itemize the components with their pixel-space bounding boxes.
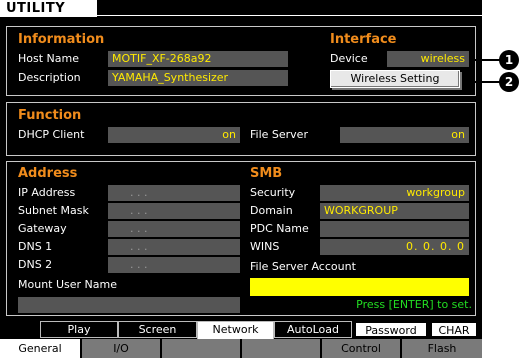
domain-field[interactable]: WORKGROUP bbox=[320, 203, 469, 219]
callout-line-2 bbox=[462, 81, 503, 83]
tab-empty-2[interactable] bbox=[242, 339, 320, 358]
smb-heading: SMB bbox=[250, 166, 283, 181]
dns2-label: DNS 2 bbox=[18, 258, 53, 271]
mount-user-name-field[interactable] bbox=[18, 297, 240, 313]
title-underline bbox=[97, 15, 482, 16]
dns1-label: DNS 1 bbox=[18, 240, 53, 253]
file-server-label: File Server bbox=[250, 128, 308, 141]
tab-play[interactable]: Play bbox=[40, 321, 118, 338]
page-title: UTILITY bbox=[0, 0, 97, 17]
pdc-name-field[interactable] bbox=[320, 221, 469, 237]
gateway-field[interactable]: . . . bbox=[108, 221, 240, 237]
tab-network[interactable]: Network bbox=[197, 321, 274, 339]
mount-user-name-label: Mount User Name bbox=[18, 278, 117, 291]
description-field[interactable]: YAMAHA_Synthesizer bbox=[108, 70, 288, 86]
utility-screen: UTILITY Information Interface Host Name … bbox=[0, 0, 482, 358]
function-heading: Function bbox=[18, 108, 82, 123]
host-name-label: Host Name bbox=[18, 52, 79, 65]
dhcp-client-label: DHCP Client bbox=[18, 128, 85, 141]
dns2-field[interactable]: . . . bbox=[108, 257, 240, 273]
security-field[interactable]: workgroup bbox=[320, 185, 469, 201]
device-label: Device bbox=[330, 52, 368, 65]
callout-badge-1: 1 bbox=[499, 50, 519, 70]
wins-field[interactable]: 0. 0. 0. 0 bbox=[320, 239, 469, 255]
security-label: Security bbox=[250, 186, 296, 199]
file-server-field[interactable]: on bbox=[340, 127, 469, 143]
tab-char[interactable]: CHAR bbox=[430, 321, 478, 338]
domain-label: Domain bbox=[250, 204, 293, 217]
ip-address-label: IP Address bbox=[18, 186, 76, 199]
tab-empty-1[interactable] bbox=[162, 339, 240, 358]
callout-badge-2: 2 bbox=[499, 72, 519, 92]
ip-address-field[interactable]: . . . bbox=[108, 185, 240, 201]
description-label: Description bbox=[18, 71, 81, 84]
device-field[interactable]: wireless bbox=[387, 51, 469, 67]
file-server-account-field[interactable] bbox=[250, 278, 469, 296]
dhcp-client-field[interactable]: on bbox=[108, 127, 240, 143]
tab-autoload[interactable]: AutoLoad bbox=[274, 321, 352, 338]
dns1-field[interactable]: . . . bbox=[108, 239, 240, 255]
wins-label: WINS bbox=[250, 240, 280, 253]
subnet-mask-field[interactable]: . . . bbox=[108, 203, 240, 219]
tab-control[interactable]: Control bbox=[322, 339, 400, 358]
gateway-label: Gateway bbox=[18, 222, 67, 235]
callout-line-1 bbox=[469, 59, 503, 61]
subnet-mask-label: Subnet Mask bbox=[18, 204, 89, 217]
host-name-field[interactable]: MOTIF_XF-268a92 bbox=[108, 51, 288, 67]
file-server-account-label: File Server Account bbox=[250, 260, 356, 273]
tab-io[interactable]: I/O bbox=[82, 339, 160, 358]
information-heading: Information bbox=[18, 32, 105, 47]
tab-flash[interactable]: Flash bbox=[402, 339, 482, 358]
wireless-setting-button[interactable]: Wireless Setting bbox=[330, 70, 460, 88]
interface-heading: Interface bbox=[330, 32, 397, 47]
pdc-name-label: PDC Name bbox=[250, 222, 309, 235]
tab-password[interactable]: Password bbox=[354, 321, 428, 338]
address-heading: Address bbox=[18, 166, 78, 181]
tab-general[interactable]: General bbox=[0, 339, 80, 358]
tab-screen[interactable]: Screen bbox=[118, 321, 197, 338]
press-enter-hint: Press [ENTER] to set. bbox=[356, 298, 472, 311]
